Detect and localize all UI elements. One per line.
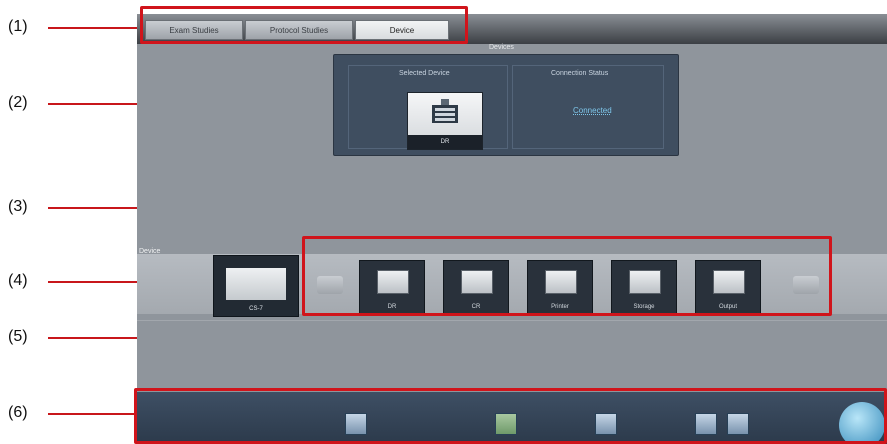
selected-device-tile[interactable]: DR — [407, 92, 483, 150]
callout-6: (6) — [8, 404, 28, 421]
highlight-box-6 — [134, 388, 887, 444]
connection-status-link[interactable]: Connected — [573, 106, 612, 115]
current-device-icon — [226, 268, 286, 300]
selected-device-caption: Selected Device — [399, 70, 450, 77]
leader-line-6 — [48, 413, 138, 415]
selected-device-foot: DR — [408, 135, 482, 149]
highlight-box-5 — [302, 236, 832, 316]
current-device-tile[interactable]: CS-7 — [213, 255, 299, 317]
highlight-box-1 — [140, 6, 468, 44]
divider — [137, 320, 887, 321]
current-device-foot: CS-7 — [249, 306, 263, 312]
selected-device-column: Selected Device DR — [348, 65, 508, 150]
devices-header-label: Devices — [489, 44, 514, 51]
device-panel: Selected Device DR Connection Status — [333, 54, 679, 156]
device-screen: Exam Studies Protocol Studies Device Dev… — [137, 14, 887, 444]
device-icon — [432, 99, 458, 123]
connection-status-caption: Connection Status — [551, 70, 609, 77]
